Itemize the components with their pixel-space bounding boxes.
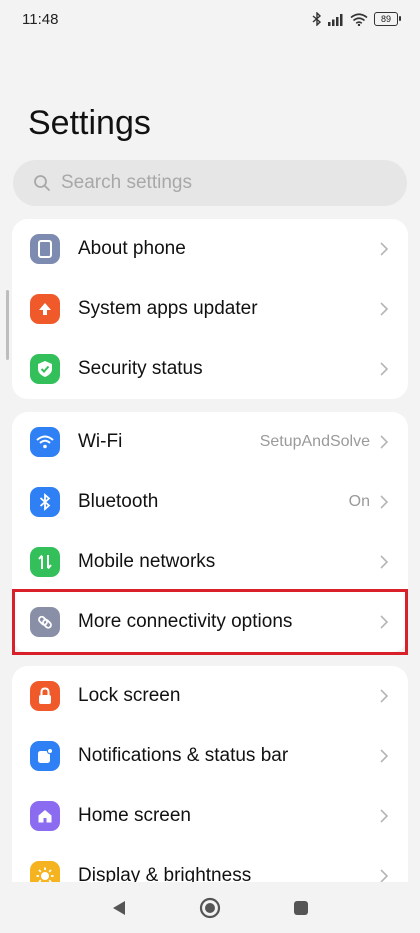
wifi-network-name: SetupAndSolve: [259, 433, 370, 450]
settings-item-label: About phone: [78, 238, 186, 259]
settings-item-home-screen[interactable]: Home screen: [12, 786, 408, 846]
chevron-right-icon: [380, 555, 389, 569]
notification-icon: [30, 741, 60, 771]
home-button-icon[interactable]: [198, 896, 222, 920]
home-icon: [30, 801, 60, 831]
search-input[interactable]: Search settings: [13, 160, 407, 206]
chevron-right-icon: [380, 495, 389, 509]
sun-icon: [30, 861, 60, 882]
mobile-data-icon: [30, 547, 60, 577]
settings-group-device: About phone System apps updater Security…: [12, 219, 408, 399]
settings-item-security-status[interactable]: Security status: [12, 339, 408, 399]
search-placeholder: Search settings: [61, 172, 192, 193]
status-time: 11:48: [22, 10, 59, 28]
settings-item-label: Lock screen: [78, 685, 181, 706]
page-title: Settings: [28, 104, 151, 142]
chevron-right-icon: [380, 302, 389, 316]
settings-item-label: More connectivity options: [78, 611, 293, 632]
settings-item-label: Security status: [78, 358, 203, 379]
settings-item-label: Wi-Fi: [78, 431, 123, 452]
upload-arrow-icon: [30, 294, 60, 324]
scrollbar[interactable]: [6, 290, 9, 360]
lock-icon: [30, 681, 60, 711]
settings-item-mobile-networks[interactable]: Mobile networks: [12, 532, 408, 592]
settings-item-more-connectivity[interactable]: More connectivity options: [12, 592, 408, 652]
wifi-icon: [350, 12, 368, 26]
settings-item-display-brightness[interactable]: Display & brightness: [12, 846, 408, 882]
settings-group-connectivity: Wi-Fi SetupAndSolve Bluetooth On Mobile …: [12, 412, 408, 652]
wifi-icon: [30, 427, 60, 457]
chevron-right-icon: [380, 749, 389, 763]
chevron-right-icon: [380, 615, 389, 629]
settings-item-label: Mobile networks: [78, 551, 216, 572]
bluetooth-status: On: [348, 493, 370, 510]
settings-item-wifi[interactable]: Wi-Fi SetupAndSolve: [12, 412, 408, 472]
chevron-right-icon: [380, 435, 389, 449]
status-icons: 89: [312, 12, 401, 26]
settings-item-label: Home screen: [78, 805, 191, 826]
navigation-bar: [0, 882, 420, 933]
settings-item-label: Display & brightness: [78, 865, 252, 882]
recents-icon[interactable]: [289, 896, 313, 920]
chevron-right-icon: [380, 362, 389, 376]
settings-item-label: Bluetooth: [78, 491, 159, 512]
chevron-right-icon: [380, 809, 389, 823]
settings-item-label: System apps updater: [78, 298, 258, 319]
settings-item-system-apps-updater[interactable]: System apps updater: [12, 279, 408, 339]
battery-icon: 89: [374, 12, 401, 26]
chevron-right-icon: [380, 242, 389, 256]
bluetooth-icon: [30, 487, 60, 517]
settings-item-lock-screen[interactable]: Lock screen: [12, 666, 408, 726]
shield-check-icon: [30, 354, 60, 384]
bluetooth-icon: [312, 12, 322, 26]
chevron-right-icon: [380, 689, 389, 703]
settings-item-bluetooth[interactable]: Bluetooth On: [12, 472, 408, 532]
settings-item-label: Notifications & status bar: [78, 745, 289, 766]
settings-item-notifications[interactable]: Notifications & status bar: [12, 726, 408, 786]
signal-icon: [328, 13, 343, 26]
back-icon[interactable]: [107, 896, 131, 920]
status-bar: 11:48 89: [0, 0, 420, 38]
link-icon: [30, 607, 60, 637]
search-icon: [34, 175, 50, 191]
chevron-right-icon: [380, 869, 389, 882]
settings-group-personalization: Lock screen Notifications & status bar H…: [12, 666, 408, 882]
phone-icon: [30, 234, 60, 264]
settings-item-about-phone[interactable]: About phone: [12, 219, 408, 279]
